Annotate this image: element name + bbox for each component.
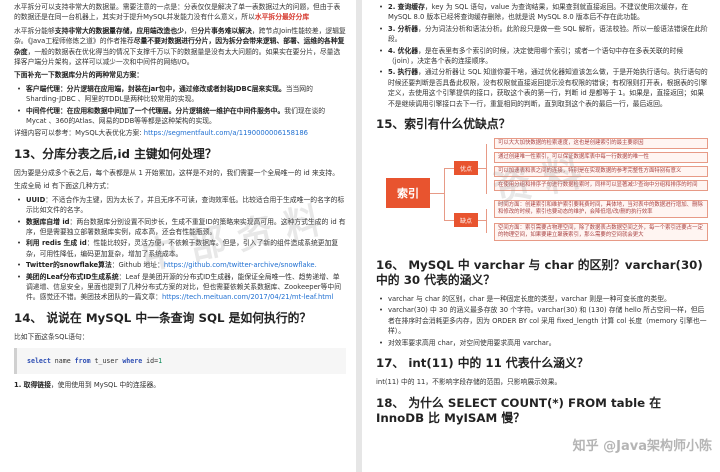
list-item: 客户端代理：分片逻辑在应用端，封装在jar包中，通过修改或者封装JDBC层来实现… [14, 84, 346, 105]
mindmap-connector [486, 209, 487, 234]
list-item: 利用 redis 生成 id：性能比较好，灵活方便，不依赖于数据库。但是，引入了… [14, 238, 346, 259]
mindmap-connector [444, 220, 454, 222]
mindmap-root: 索引 [386, 178, 430, 209]
mindmap-connector [430, 193, 444, 195]
h13-paragraph-2: 生成全局 id 有下面这几种方式： [14, 182, 113, 191]
leaf-link[interactable]: https://tech.meituan.com/2017/04/21/mt-l… [162, 293, 334, 301]
right-page: 2. 查询缓存，key 为 SQL 语句，value 为查询结果，如果查到就直接… [362, 0, 720, 472]
heading-16: 16、 MySQL 中 varchar 与 char 的区别？varchar(3… [376, 258, 703, 288]
heading-13: 13、分库分表之后,id 主键如何处理？ [14, 146, 217, 161]
heading-14: 14、 说说在 MySQL 中一条查询 SQL 是如何执行的？ [14, 310, 312, 325]
snowflake-link[interactable]: https://github.com/twitter-archive/snowf… [164, 261, 317, 269]
list-item: 3. 分析器，分为词法分析和语法分析。此阶段只是做一些 SQL 解析，语法校验。… [376, 24, 710, 45]
list-item: 4. 优化器，是在表里有多个索引的时候，决定使用哪个索引；或者一个语句中存在多表… [376, 46, 710, 67]
list-item: varchar 与 char 的区别，char 是一种固定长度的类型，varch… [376, 294, 710, 305]
step-1: 1. 取得链接，使用使用到 MySQL 中的连接器。 [14, 381, 161, 390]
h14-paragraph: 比如下面这条SQL语句： [14, 332, 89, 341]
sql-code-block: select name from t_user where id=1 [14, 348, 346, 375]
mindmap-connector [478, 220, 486, 222]
heading-18: 18、 为什么 SELECT COUNT(*) FROM table 在 Inn… [376, 395, 662, 425]
mindmap-pro-item: 可以加速表和表之间的连接，特别是在实现数据的参考完整性方面特别有意义 [494, 166, 708, 178]
mindmap-con-item: 时间方面：创建索引和维护索引要耗费时间，具体地，当对表中的数据进行增加、删除和修… [494, 200, 708, 219]
mindmap-pro-item: 可以大大加快数据的检索速度，这也是创建索引的最主要原因 [494, 138, 708, 150]
sharding-plans-list: 客户端代理：分片逻辑在应用端，封装在jar包中，通过修改或者封装JDBC层来实现… [14, 84, 346, 127]
list-item: 5. 执行器，通过分析器让 SQL 知道你要干啥，通过优化器知道该怎么做，于是开… [376, 67, 710, 109]
list-item: 2. 查询缓存，key 为 SQL 语句，value 为查询结果，如果查到就直接… [376, 2, 710, 23]
detail-reference: 详细内容可以参考：MySQL大表优化方案: https://segmentfau… [14, 129, 308, 138]
list-item: varchar(30) 中 30 的涵义最多存放 30 个字符。varchar(… [376, 305, 710, 336]
zhihu-watermark: 知乎 @Java架构师小陈 [572, 439, 712, 454]
detail-link[interactable]: https://segmentfault.com/a/1190000006158… [144, 129, 308, 137]
mindmap-connector [486, 144, 487, 195]
mindmap-con-item: 空间方面：索引需要占物理空间，除了数据表占数据空间之外，每一个索引还要占一定的物… [494, 223, 708, 242]
mindmap-connector [444, 168, 454, 170]
mindmap-cons-node: 缺点 [454, 213, 478, 228]
id-methods-list: UUID：不适合作为主键，因为太长了，并且无序不可读，查询效率低。比较适合用于生… [14, 195, 346, 303]
plans-subheading: 下面补充一下数据库分片的两种常见方案： [14, 71, 144, 80]
intro-emphasis: 水平拆分最好分库 [254, 13, 310, 22]
mindmap-pros-node: 优点 [454, 161, 478, 176]
varchar-char-list: varchar 与 char 的区别，char 是一种固定长度的类型，varch… [376, 294, 710, 348]
list-item: 数据库自增 id：两台数据库分别设置不同步长，生成不重复ID的策略来实现高可用。… [14, 217, 346, 238]
list-item: UUID：不适合作为主键，因为太长了，并且无序不可读，查询效率低。比较适合用于生… [14, 195, 346, 216]
list-item: 美团的Leaf分布式ID生成系统：Leaf 是美团开源的分布式ID生成器，能保证… [14, 272, 346, 303]
intro-paragraph-1: 水平拆分可以支持非常大的数据量。需要注意的一点是：分表仅仅是解决了单一表数据过大… [14, 3, 341, 22]
list-item: 对效率要求高用 char，对空间使用要求高用 varchar。 [376, 338, 710, 349]
mindmap-connector [444, 168, 445, 221]
intro-paragraph-2: 水平拆分能够支持非常大的数据量存储，应用端改造也少，但分片事务难以解决，跨节点J… [14, 26, 346, 67]
h17-paragraph: int(11) 中的 11，不影响字段存储的范围，只影响展示效果。 [376, 378, 562, 387]
heading-15: 15、索引有什么优缺点？ [376, 117, 511, 132]
h13-paragraph-1: 因为要是分成多个表之后，每个表都是从 1 开始累加，这样是不对的，我们需要一个全… [14, 168, 340, 177]
execution-steps-list: 2. 查询缓存，key 为 SQL 语句，value 为查询结果，如果查到就直接… [376, 2, 710, 109]
list-item: 中间件代理：在应用和数据中间加了一个代理层。分片逻辑统一维护在中间件服务中。我们… [14, 106, 346, 127]
mindmap-pro-item: 通过创建唯一性索引，可以保证数据库表中每一行数据的唯一性 [494, 152, 708, 164]
mindmap-pro-item: 在使用分组和排序子句进行数据检索时，同样可以显著减少查询中分组和排序的时间 [494, 180, 708, 192]
mindmap-connector [478, 168, 486, 170]
heading-17: 17、 int(11) 中的 11 代表什么涵义？ [376, 356, 589, 371]
index-pros-cons-mindmap: 索引 优点 缺点 可以大大加快数据的检索速度，这也是创建索引的最主要原因 通过创… [376, 138, 710, 250]
list-item: Twitter的snowflake算法：Github 地址：https://gi… [14, 260, 346, 271]
left-page: 水平拆分可以支持非常大的数据量。需要注意的一点是：分表仅仅是解决了单一表数据过大… [0, 0, 356, 472]
